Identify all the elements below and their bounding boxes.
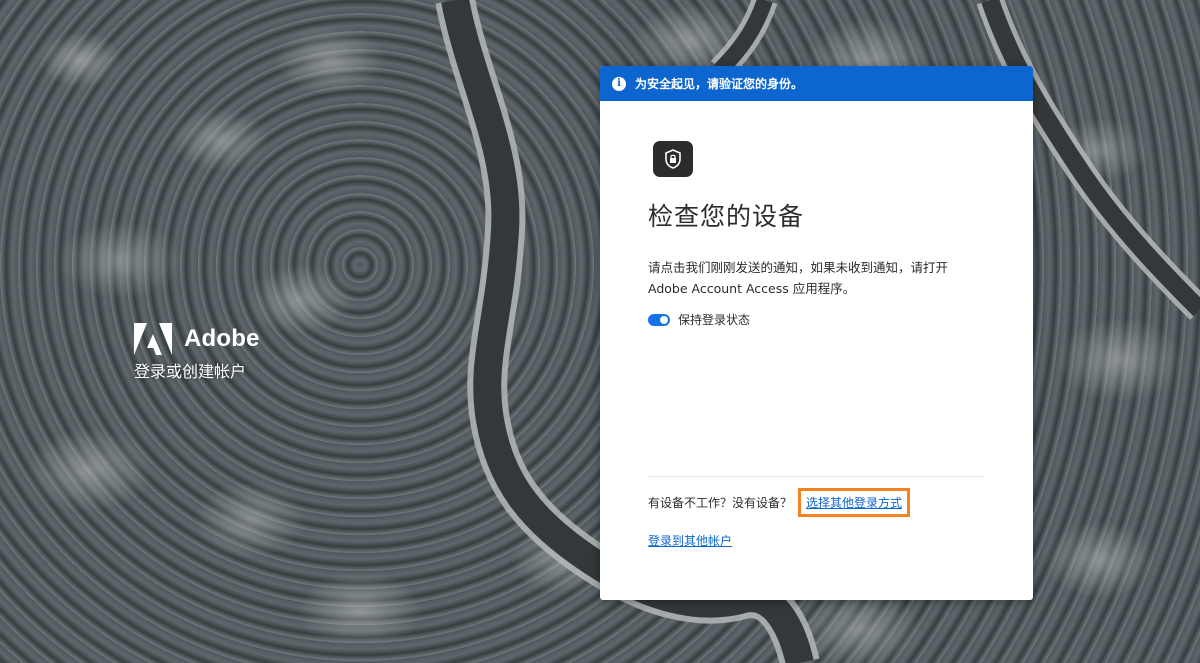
brand-tagline: 登录或创建帐户	[134, 362, 247, 381]
choose-other-method-link[interactable]: 选择其他登录方式	[798, 488, 911, 517]
sign-in-other-account-link[interactable]: 登录到其他帐户	[648, 532, 732, 549]
trouble-text: 有设备不工作？没有设备？	[648, 496, 793, 510]
dialog-title: 检查您的设备	[648, 202, 805, 231]
info-icon: i	[612, 76, 626, 91]
alternate-method-row: 有设备不工作？没有设备？ 选择其他登录方式	[648, 488, 911, 517]
shield-check-icon	[665, 149, 681, 169]
device-lock-icon	[653, 141, 693, 177]
divider	[648, 476, 984, 477]
keep-signed-in-toggle[interactable]	[648, 313, 670, 326]
verify-device-dialog: i 为安全起见，请验证您的身份。 检查您的设备 请点击我们刚刚发送的通知，如果未…	[600, 66, 1033, 600]
dialog-body: 检查您的设备 请点击我们刚刚发送的通知，如果未收到通知，请打开 Adobe Ac…	[600, 101, 1033, 328]
security-banner: i 为安全起见，请验证您的身份。	[600, 66, 1033, 101]
keep-signed-in-label: 保持登录状态	[678, 313, 751, 327]
brand-name: Adobe	[184, 325, 260, 352]
toggle-knob	[660, 315, 668, 324]
banner-text: 为安全起见，请验证您的身份。	[635, 77, 804, 91]
adobe-logo-icon	[134, 323, 172, 355]
adobe-brand: Adobe 登录或创建帐户	[134, 322, 260, 382]
brand-row: Adobe	[134, 322, 260, 356]
dialog-description: 请点击我们刚刚发送的通知，如果未收到通知，请打开 Adobe Account A…	[648, 260, 949, 296]
keep-signed-in-row: 保持登录状态	[648, 311, 985, 328]
